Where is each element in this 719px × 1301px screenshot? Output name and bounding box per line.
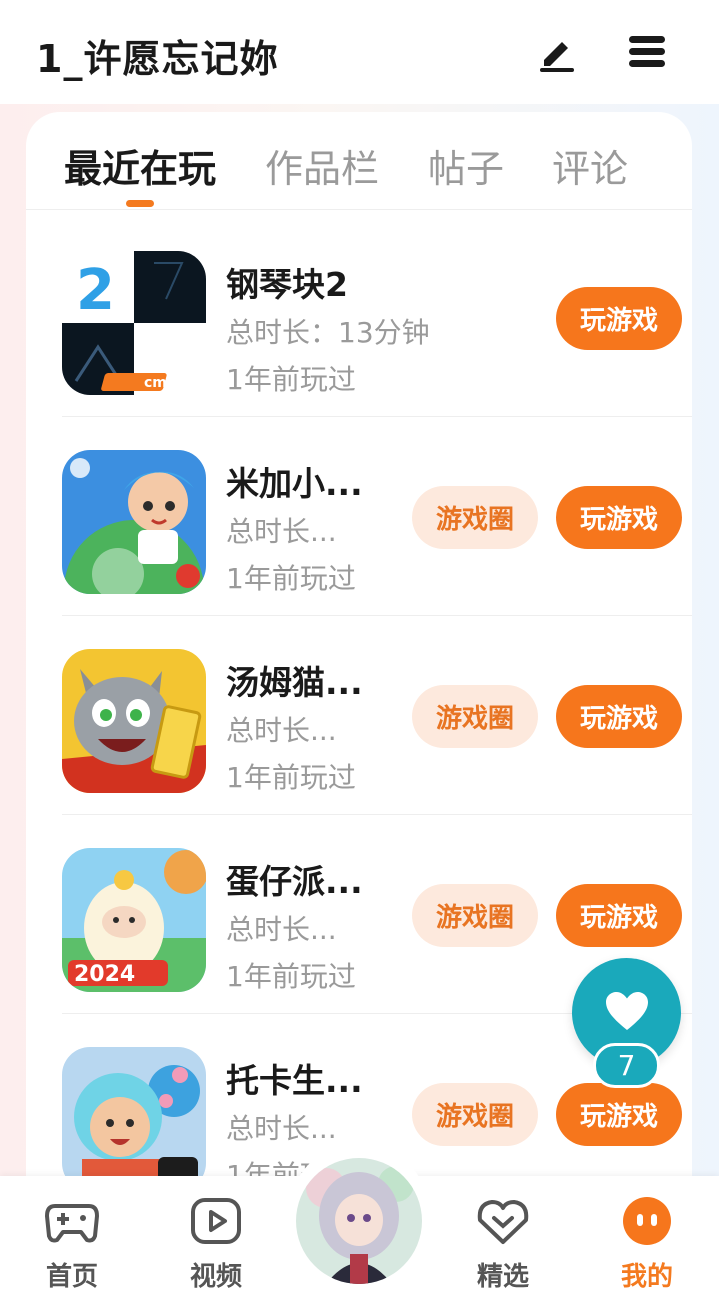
- game-duration: 总时长...: [226, 1112, 337, 1145]
- game-icon-eggy-party[interactable]: 2024: [62, 848, 206, 992]
- nav-item-home[interactable]: 首页: [22, 1176, 122, 1301]
- nav-item-mine[interactable]: 我的: [597, 1176, 697, 1301]
- nav-label-mine: 我的: [620, 1262, 673, 1292]
- top-header: 1_许愿忘记妳: [0, 0, 719, 104]
- piano-number-text: 2: [76, 258, 115, 323]
- play-game-button[interactable]: 玩游戏: [556, 486, 682, 549]
- tab-comments[interactable]: 评论: [552, 138, 628, 193]
- game-name: 米加小...: [226, 464, 363, 503]
- tab-works[interactable]: 作品栏: [265, 138, 379, 193]
- heart-icon: [606, 992, 648, 1030]
- center-avatar[interactable]: [296, 1158, 422, 1284]
- user-name-title: 1_许愿忘记妳: [36, 37, 279, 81]
- tab-bar: 最近在玩 作品栏 帖子 评论: [26, 112, 692, 210]
- nav-label-home: 首页: [45, 1262, 98, 1292]
- game-last-played: 1年前玩过: [226, 761, 356, 794]
- game-row[interactable]: 米加小... 总时长... 1年前玩过 游戏圈 玩游戏: [62, 417, 692, 616]
- active-tab-indicator: [126, 200, 154, 207]
- game-last-played: 1年前玩过: [226, 363, 356, 396]
- eggy-year-text: 2024: [74, 962, 135, 987]
- menu-icon[interactable]: [625, 30, 669, 74]
- nav-label-featured: 精选: [476, 1262, 529, 1292]
- tab-recent-played[interactable]: 最近在玩: [64, 138, 216, 193]
- video-play-icon: [191, 1198, 241, 1244]
- game-name: 托卡生...: [226, 1061, 363, 1100]
- game-row[interactable]: 汤姆猫... 总时长... 1年前玩过 游戏圈 玩游戏: [62, 616, 692, 815]
- game-icon-tom-cat[interactable]: [62, 649, 206, 793]
- nav-label-video: 视频: [189, 1262, 242, 1292]
- tab-posts[interactable]: 帖子: [428, 138, 504, 193]
- nav-item-video[interactable]: 视频: [166, 1176, 266, 1301]
- game-duration: 总时长...: [226, 515, 337, 548]
- play-game-button[interactable]: 玩游戏: [556, 1083, 682, 1146]
- edit-icon[interactable]: [536, 30, 580, 74]
- game-icon-toca-life[interactable]: [62, 1047, 206, 1191]
- gamepad-icon: [45, 1204, 99, 1243]
- game-circle-button[interactable]: 游戏圈: [412, 884, 538, 947]
- game-circle-button[interactable]: 游戏圈: [412, 685, 538, 748]
- game-circle-button[interactable]: 游戏圈: [412, 1083, 538, 1146]
- like-count-badge: 7: [593, 1043, 660, 1088]
- play-game-button[interactable]: 玩游戏: [556, 685, 682, 748]
- game-duration: 总时长：13分钟: [226, 316, 430, 349]
- game-name: 蛋仔派...: [226, 862, 363, 901]
- game-last-played: 1年前玩过: [226, 960, 356, 993]
- game-duration: 总时长...: [226, 714, 337, 747]
- smile-face-icon: [623, 1197, 671, 1245]
- game-circle-button[interactable]: 游戏圈: [412, 486, 538, 549]
- game-row[interactable]: 2 cm 钢琴块2 总时长：13分钟 1年前玩过 玩游戏: [62, 218, 692, 417]
- game-name: 汤姆猫...: [226, 663, 363, 702]
- piano-brand-text: cm: [144, 375, 167, 391]
- game-name: 钢琴块2: [226, 265, 348, 304]
- game-icon-piano-tiles[interactable]: 2 cm: [62, 251, 206, 395]
- game-duration: 总时长...: [226, 913, 337, 946]
- play-game-button[interactable]: 玩游戏: [556, 884, 682, 947]
- game-icon-miga-town[interactable]: [62, 450, 206, 594]
- nav-item-featured[interactable]: 精选: [453, 1176, 553, 1301]
- play-game-button[interactable]: 玩游戏: [556, 287, 682, 350]
- game-last-played: 1年前玩过: [226, 562, 356, 595]
- heart-chevron-icon: [477, 1200, 529, 1244]
